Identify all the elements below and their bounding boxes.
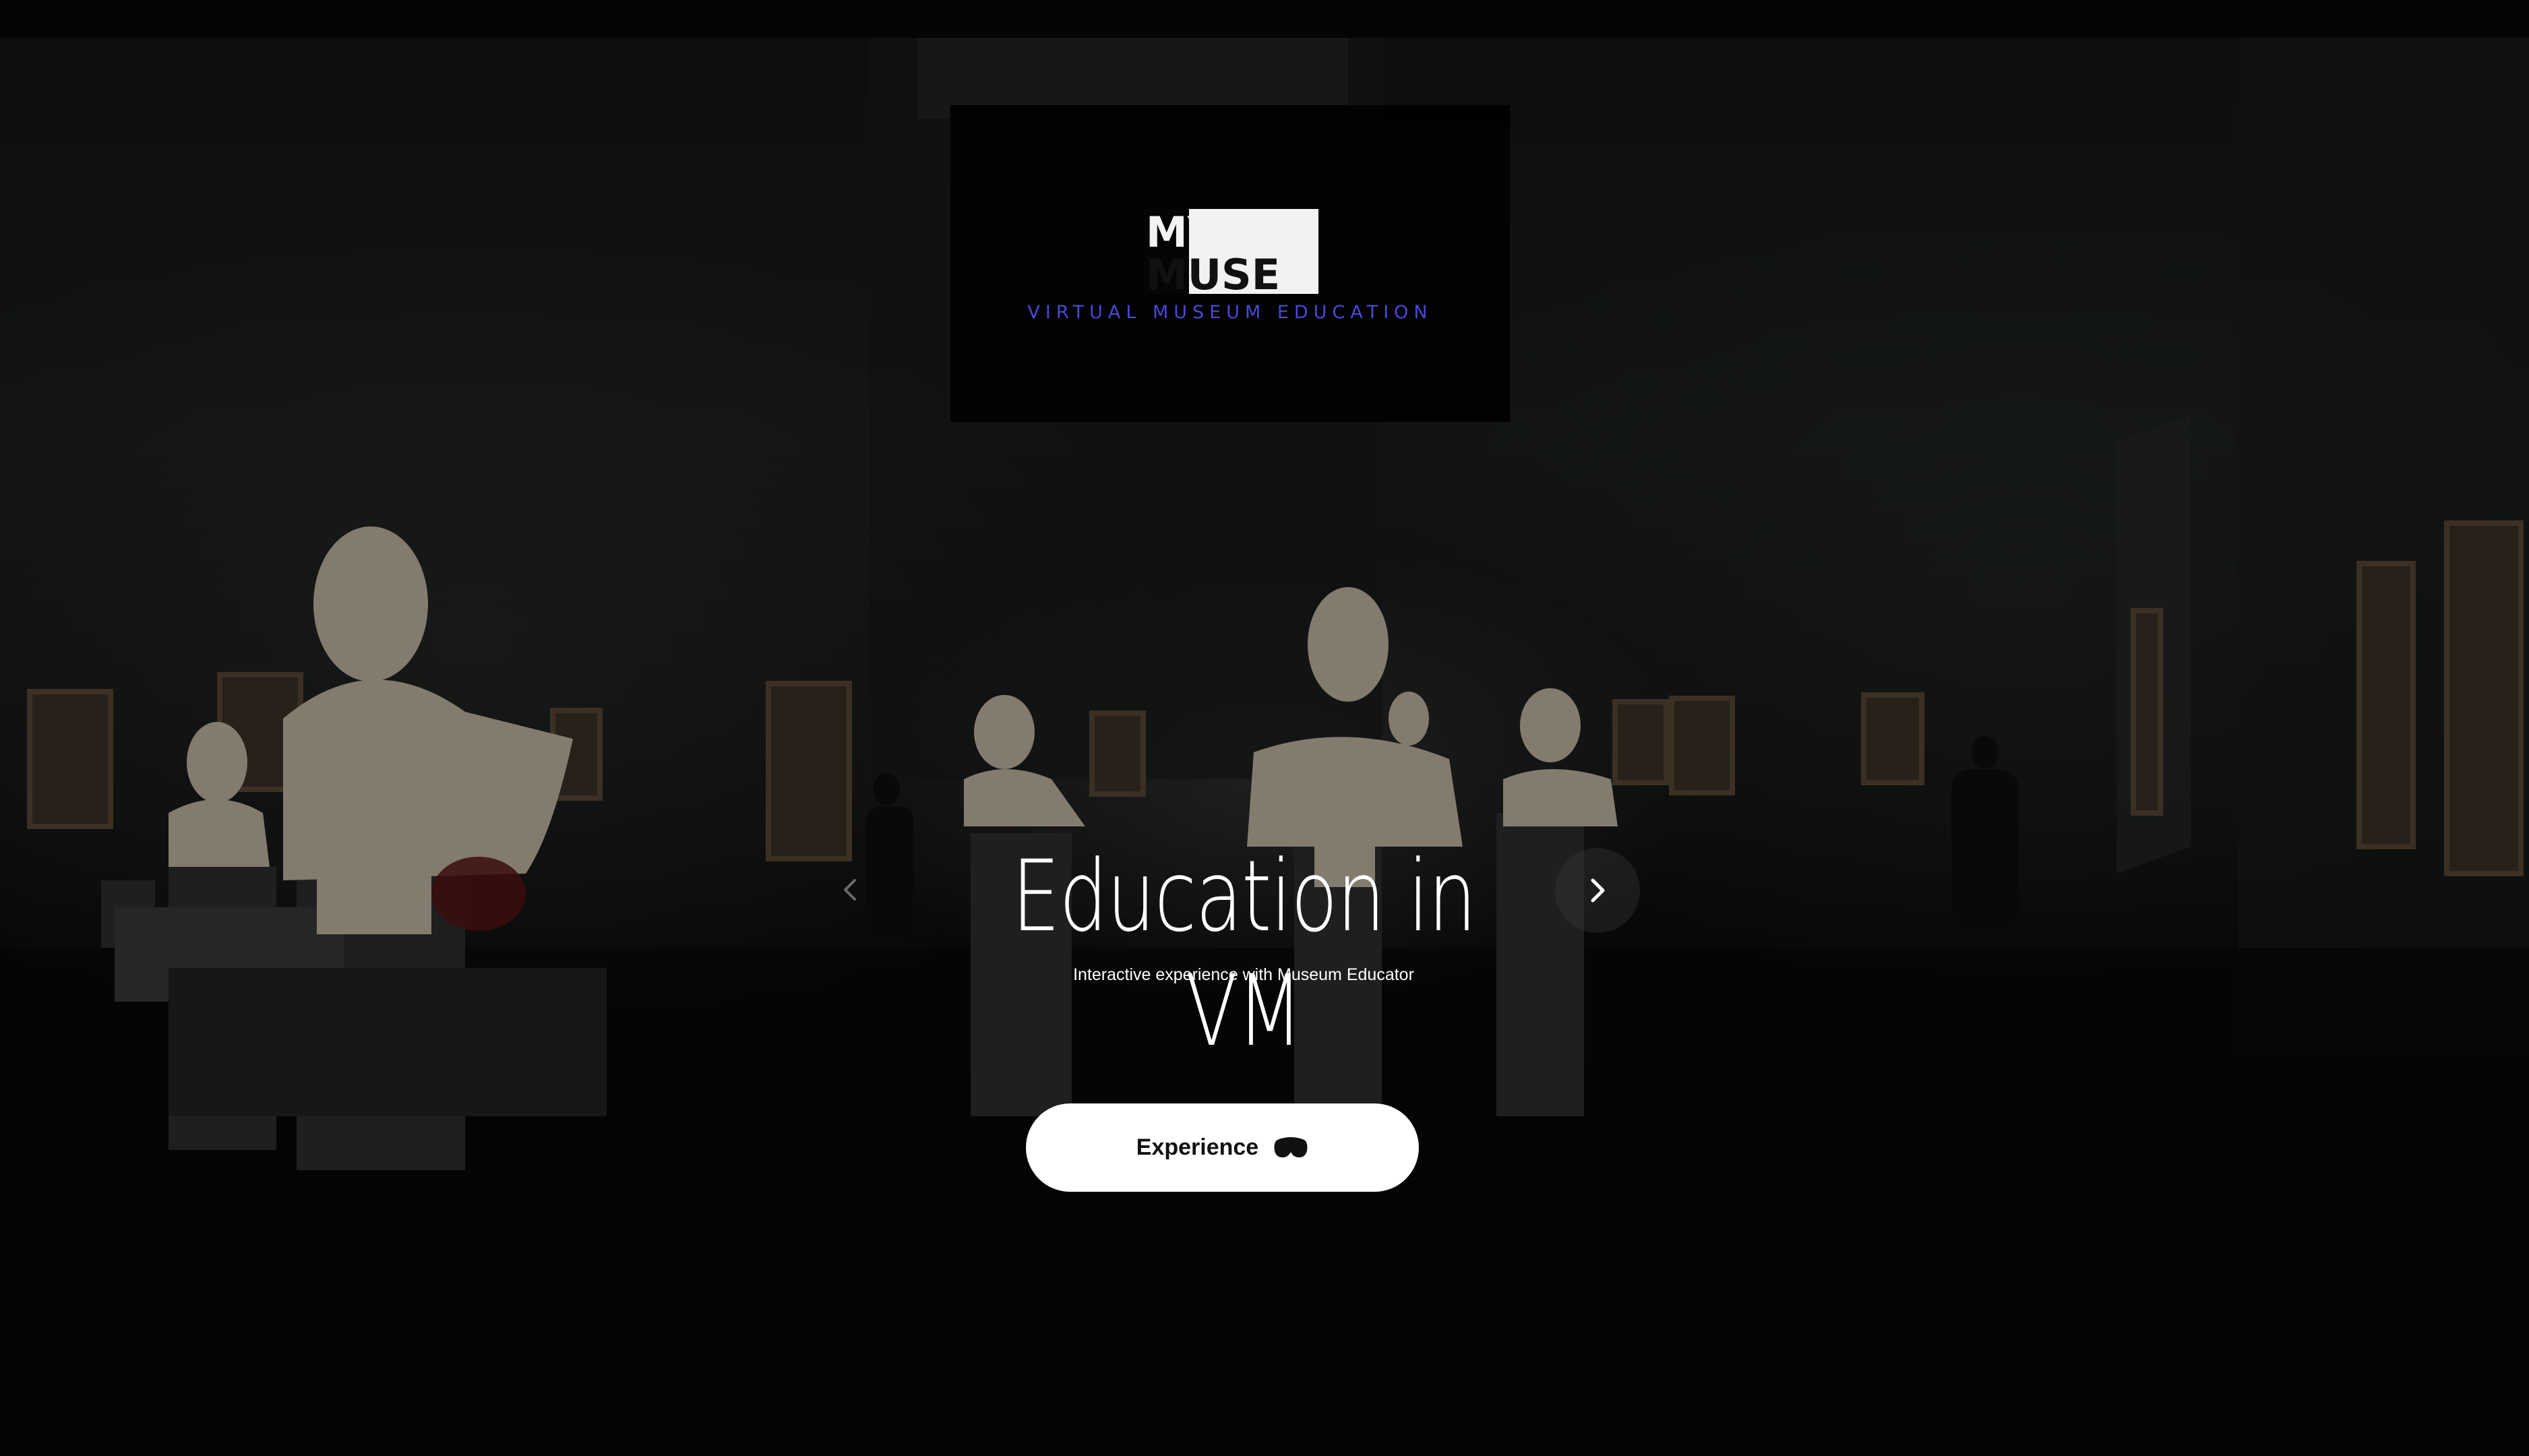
experience-button-label: Experience — [1136, 1134, 1259, 1160]
mymuse-logo: MY MUSE — [1143, 209, 1318, 294]
chevron-left-icon — [844, 879, 856, 901]
hero-subtitle: Interactive experience with Museum Educa… — [1073, 965, 1414, 984]
vr-headset-icon — [1274, 1136, 1308, 1157]
experience-button[interactable]: Experience — [1026, 1103, 1419, 1192]
logo-tagline: VIRTUAL MUSEUM EDUCATION — [1027, 302, 1433, 323]
hero-title: Education in VM — [1011, 839, 1477, 1068]
carousel-next-button[interactable] — [1555, 848, 1640, 933]
chevron-right-icon — [1591, 878, 1605, 903]
carousel-prev-button[interactable] — [830, 870, 871, 910]
logo-block: MY MUSE VIRTUAL MUSEUM EDUCATION — [950, 105, 1510, 422]
hero-stage: MY MUSE VIRTUAL MUSEUM EDUCATION Educati… — [0, 0, 2529, 1456]
